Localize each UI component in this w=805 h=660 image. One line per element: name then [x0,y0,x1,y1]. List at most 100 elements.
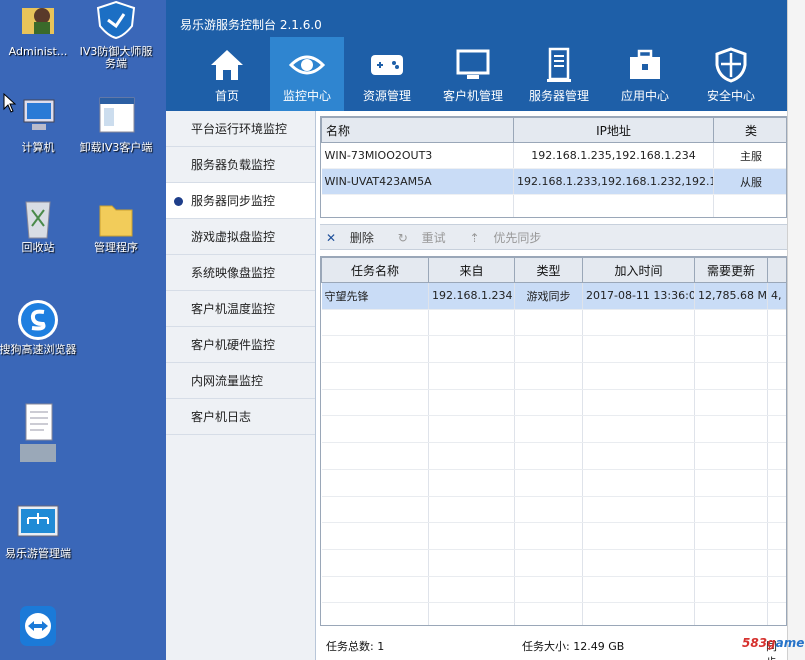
table-row [321,522,786,550]
nav-client-log[interactable]: 客户机日志 [166,399,315,435]
tab-home[interactable]: 首页 [184,37,270,111]
tab-server-management[interactable]: 服务器管理 [516,37,602,111]
column-header-update-size[interactable]: 需要更新 [694,257,768,283]
nav-client-temperature[interactable]: 客户机温度监控 [166,291,315,327]
nav-client-hardware[interactable]: 客户机硬件监控 [166,327,315,363]
desktop-icon-document[interactable] [0,402,78,466]
table-row [321,469,786,497]
close-icon: ✕ [326,231,337,245]
desktop-icon-administrator[interactable]: Administ... [0,0,78,58]
task-source: 192.168.1.234 [428,282,515,310]
desktop-icon-uninstall[interactable]: 卸载IV3客户端 [76,96,156,154]
column-header-task-name[interactable]: 任务名称 [321,257,429,283]
shield-icon [94,0,138,44]
table-row [321,415,786,444]
server-type: 从服 [713,168,786,195]
toolbox-icon [627,47,663,83]
desktop-icon-recycle-bin[interactable]: 回收站 [0,196,78,254]
tab-app-center[interactable]: 应用中心 [602,37,688,111]
refresh-icon: ↻ [397,231,408,245]
nav-system-image-disk[interactable]: 系统映像盘监控 [166,255,315,291]
mouse-cursor-icon [3,92,17,116]
server-name: WIN-UVAT423AM5A [321,168,514,195]
column-header-type[interactable]: 类 [713,117,786,143]
nav-lan-traffic[interactable]: 内网流量监控 [166,363,315,399]
table-row [321,496,786,524]
table-row [321,362,786,390]
table-row[interactable]: WIN-UVAT423AM5A 192.168.1.233,192.168.1.… [321,168,786,195]
sogou-browser-icon [16,298,60,342]
column-header-extra[interactable] [767,257,786,283]
table-row [321,335,786,364]
server-icon [541,47,577,83]
delete-button[interactable]: ✕ 删除 [326,231,384,245]
table-row [321,442,786,470]
task-added-time: 2017-08-11 13:36:00 [582,282,695,310]
desktop: Administ... IV3防御大师服务端 计算机 卸载IV3客户端 回收站 … [0,0,166,660]
monitor-sidebar: 平台运行环境监控 服务器负载监控 服务器同步监控 游戏虚拟盘监控 系统映像盘监控… [166,111,316,660]
desktop-icon-teamviewer[interactable] [0,604,78,650]
server-ip: 192.168.1.233,192.168.1.232,192.1... [513,168,714,195]
table-row[interactable]: 守望先锋 192.168.1.234 游戏同步 2017-08-11 13:36… [321,282,786,310]
task-count: 任务总数: 1 [326,640,385,653]
sync-monitor-panel: 名称 IP地址 类 WIN-73MIOO2OUT3 192.168.1.235,… [320,116,787,660]
column-header-source[interactable]: 来自 [428,257,515,283]
nav-game-virtual-disk[interactable]: 游戏虚拟盘监控 [166,219,315,255]
gamepad-icon [369,47,405,83]
desktop-icon-sogou-browser[interactable]: 搜狗高速浏览器 [0,298,78,356]
task-action-bar: ✕ 删除 ↻ 重试 ⇡ 优先同步 [320,224,787,250]
monitor-icon [455,47,491,83]
uninstall-icon [94,96,138,140]
main-toolbar: 首页 监控中心 资源管理 客户机管理 服务器管理 应用中心 安全中心 [166,37,787,111]
table-row [321,576,786,604]
task-update-size: 12,785.68 MB [694,282,768,310]
tab-resource-management[interactable]: 资源管理 [344,37,430,111]
server-name: WIN-73MIOO2OUT3 [321,142,514,169]
server-type: 主服 [713,142,786,169]
table-row [321,549,786,577]
active-dot-icon [174,197,183,206]
status-bar: 任务总数: 1 任务大小: 12.49 GB 同步 [320,632,787,660]
task-type: 游戏同步 [514,282,583,310]
nav-platform-environment[interactable]: 平台运行环境监控 [166,111,315,147]
nav-server-sync[interactable]: 服务器同步监控 [166,183,315,219]
folder-icon [94,196,138,240]
sync-task-list: 任务名称 来自 类型 加入时间 需要更新 守望先锋 192.168.1.234 … [320,256,787,626]
arrow-up-icon: ⇡ [469,231,480,245]
user-folder-icon [16,0,60,44]
table-row [321,309,786,337]
server-ip: 192.168.1.235,192.168.1.234 [513,142,714,169]
recycle-bin-icon [16,196,60,240]
table-row [321,602,786,625]
column-header-name[interactable]: 名称 [321,117,514,143]
document-icon [16,402,60,464]
window-edge [787,0,805,660]
desktop-icon-iv3-server[interactable]: IV3防御大师服务端 [76,0,156,70]
computer-icon [16,96,60,140]
watermark: 583game.com [742,636,805,650]
tab-monitor-center[interactable]: 监控中心 [270,37,344,111]
table-row [321,389,786,417]
column-header-ip[interactable]: IP地址 [513,117,714,143]
server-list: 名称 IP地址 类 WIN-73MIOO2OUT3 192.168.1.235,… [320,116,787,218]
nav-server-load[interactable]: 服务器负载监控 [166,147,315,183]
desktop-icon-management[interactable]: 管理程序 [76,196,156,254]
column-header-type[interactable]: 类型 [514,257,583,283]
teamviewer-icon [16,604,60,648]
app-window: 易乐游服务控制台 2.1.6.0 首页 监控中心 资源管理 客户机管理 服务器管… [166,0,787,660]
network-monitor-icon [16,502,60,546]
task-name: 守望先锋 [321,282,429,310]
tab-client-management[interactable]: 客户机管理 [430,37,516,111]
column-header-added-time[interactable]: 加入时间 [582,257,695,283]
home-icon [209,47,245,83]
eye-icon [288,47,326,83]
task-extra: 4, [767,282,786,310]
table-row [321,194,786,217]
task-size: 任务大小: 12.49 GB [522,640,625,653]
table-row[interactable]: WIN-73MIOO2OUT3 192.168.1.235,192.168.1.… [321,142,786,169]
tab-security-center[interactable]: 安全中心 [688,37,774,111]
retry-button[interactable]: ↻ 重试 [398,231,456,245]
window-title: 易乐游服务控制台 2.1.6.0 [166,0,787,37]
priority-sync-button[interactable]: ⇡ 优先同步 [469,231,551,245]
desktop-icon-yileyou-manager[interactable]: 易乐游管理端 [0,502,78,560]
